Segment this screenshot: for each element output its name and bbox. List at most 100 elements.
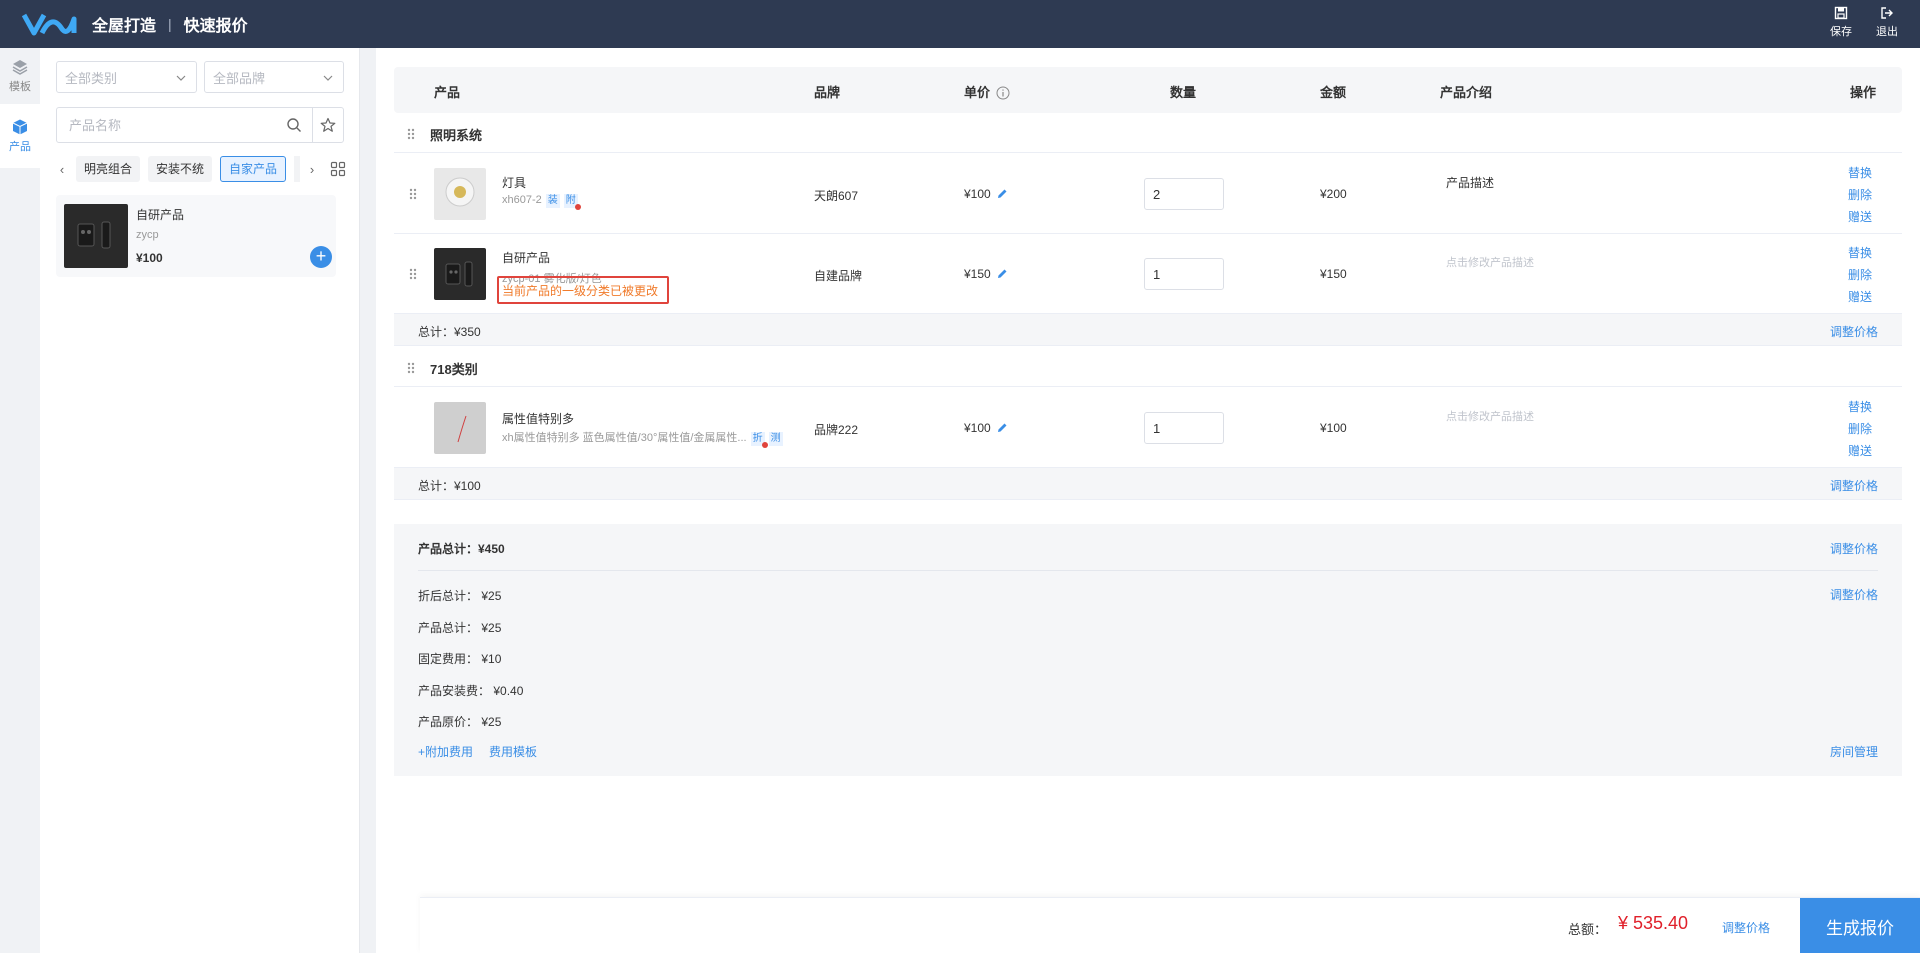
drag-handle-icon[interactable] — [408, 187, 418, 201]
replace-button[interactable]: 替换 — [1848, 244, 1872, 261]
top-bar: 全屋打造 | 快速报价 保存 退出 — [0, 0, 1920, 48]
summary-item: 产品总计： ¥25 — [418, 619, 501, 636]
table-row: 自研产品 zycp-01 雾化版/灯色 当前产品的一级分类已被更改 自建品牌 ¥… — [394, 234, 1902, 314]
replace-button[interactable]: 替换 — [1848, 398, 1872, 415]
product-description[interactable]: 产品描述 — [1446, 174, 1494, 191]
save-button[interactable]: 保存 — [1830, 6, 1852, 39]
quote-main: 产品 品牌 单价 数量 金额 产品介绍 操作 照明系统 灯具 xh607-2 装附… — [376, 48, 1920, 953]
delete-button[interactable]: 删除 — [1848, 186, 1872, 203]
summary-footer: +附加费用 费用模板 — [418, 743, 537, 760]
rail-template-label: 模板 — [9, 81, 31, 93]
subtotal-text: 总计：¥100 — [418, 479, 481, 493]
adjust-price-button[interactable]: 调整价格 — [1830, 586, 1878, 603]
catalog-product-card[interactable]: 自研产品 zycp ¥100 + — [56, 195, 336, 277]
category-name: 照明系统 — [430, 128, 483, 143]
product-name: 属性值特别多 — [502, 412, 575, 426]
unit-price: ¥150 — [964, 267, 1008, 281]
favorite-button[interactable] — [313, 117, 343, 133]
tag-安装不统[interactable]: 安装不统 — [148, 156, 213, 182]
tag-明亮组合[interactable]: 明亮组合 — [75, 156, 140, 182]
adjust-price-button[interactable]: 调整价格 — [1722, 919, 1770, 936]
alert-dot — [761, 442, 768, 448]
star-icon — [320, 117, 336, 132]
product-search — [56, 107, 344, 143]
summary-item-label: 折后总计： — [418, 589, 479, 603]
drag-handle-icon[interactable] — [406, 361, 416, 375]
bottom-bar: 总额： ¥ 535.40 调整价格 生成报价 — [420, 897, 1920, 953]
summary-item-label: 产品原价： — [418, 715, 479, 729]
exit-button[interactable]: 退出 — [1876, 6, 1898, 39]
info-icon[interactable] — [996, 86, 1010, 100]
category-select[interactable]: 全部类别 — [56, 61, 197, 93]
tabs-next-button[interactable]: › — [306, 162, 318, 177]
badge-install: 装 — [545, 194, 560, 208]
total-value: ¥ 535.40 — [1618, 913, 1689, 933]
gift-button[interactable]: 赠送 — [1848, 288, 1872, 305]
grid-icon[interactable] — [330, 161, 346, 177]
quantity-input[interactable] — [1144, 258, 1224, 290]
summary-item-label: 产品总计： — [418, 621, 479, 635]
save-icon — [1834, 6, 1848, 20]
adjust-price-button[interactable]: 调整价格 — [1830, 323, 1878, 340]
fee-template-button[interactable]: 费用模板 — [489, 743, 537, 760]
product-description[interactable]: 点击修改产品描述 — [1446, 408, 1534, 424]
category-changed-warning: 当前产品的一级分类已被更改 — [502, 284, 659, 298]
brand-select[interactable]: 全部品牌 — [204, 61, 344, 93]
category-select-value: 全部类别 — [65, 70, 118, 86]
add-product-button[interactable]: + — [310, 246, 332, 268]
quantity-input[interactable] — [1144, 412, 1224, 444]
cube-icon — [12, 119, 28, 135]
adjust-price-button[interactable]: 调整价格 — [1830, 540, 1878, 557]
room-manage-button[interactable]: 房间管理 — [1830, 743, 1878, 760]
rail-item-template[interactable]: 模板 — [0, 48, 40, 104]
category-row: 718类别 — [394, 347, 1902, 387]
gift-button[interactable]: 赠送 — [1848, 442, 1872, 459]
delete-button[interactable]: 删除 — [1848, 266, 1872, 283]
product-code: xh607-2 装附 — [502, 194, 581, 210]
group-subtotal: 总计：¥350 调整价格 — [394, 314, 1902, 346]
group-subtotal: 总计：¥100 调整价格 — [394, 468, 1902, 500]
replace-button[interactable]: 替换 — [1848, 164, 1872, 181]
row-actions: 替换 删除 赠送 — [1848, 164, 1872, 225]
product-thumbnail — [64, 204, 128, 268]
drag-handle-icon[interactable] — [408, 267, 418, 281]
generate-quote-button[interactable]: 生成报价 — [1800, 898, 1920, 953]
tag-自家产品[interactable]: 自家产品 — [220, 156, 287, 182]
badge-discount: 折 — [750, 432, 768, 448]
col-amount: 金额 — [1320, 85, 1347, 100]
quantity-input[interactable] — [1144, 178, 1224, 210]
table-row: 属性值特别多 xh属性值特别多 蓝色属性值/30°属性值/金属属性... 折测 品… — [394, 388, 1902, 468]
edit-icon[interactable] — [997, 268, 1008, 279]
product-image — [434, 402, 486, 454]
col-description: 产品介绍 — [1440, 85, 1493, 100]
edit-icon[interactable] — [997, 422, 1008, 433]
layers-icon — [12, 60, 28, 75]
category-name: 718类别 — [430, 362, 478, 377]
category-tabs: ‹ 明亮组合 安装不统 自家产品 › — [56, 155, 346, 183]
tabs-prev-button[interactable]: ‹ — [56, 162, 68, 177]
summary-item-value: ¥25 — [481, 589, 502, 603]
col-brand: 品牌 — [814, 85, 841, 100]
row-amount: ¥200 — [1320, 187, 1347, 201]
subtotal-text: 总计：¥350 — [418, 325, 481, 339]
search-input[interactable] — [57, 108, 286, 142]
product-code-text: xh属性值特别多 蓝色属性值/30°属性值/金属属性... — [502, 432, 747, 444]
gift-button[interactable]: 赠送 — [1848, 208, 1872, 225]
search-icon[interactable] — [286, 117, 302, 133]
drag-handle-icon[interactable] — [406, 127, 416, 141]
col-quantity: 数量 — [1170, 85, 1197, 100]
alert-dot — [574, 204, 581, 210]
adjust-price-button[interactable]: 调整价格 — [1830, 477, 1878, 494]
row-actions: 替换 删除 赠送 — [1848, 244, 1872, 305]
product-description[interactable]: 点击修改产品描述 — [1446, 254, 1534, 270]
logout-icon — [1881, 7, 1893, 19]
edit-icon[interactable] — [997, 188, 1008, 199]
row-actions: 替换 删除 赠送 — [1848, 398, 1872, 459]
rail-item-product[interactable]: 产品 — [0, 104, 40, 168]
delete-button[interactable]: 删除 — [1848, 420, 1872, 437]
col-unit-price-label: 单价 — [964, 85, 991, 100]
summary-item: 折后总计： ¥25 — [418, 587, 501, 604]
summary-item: 产品原价： ¥25 — [418, 713, 501, 730]
save-label: 保存 — [1830, 26, 1852, 38]
add-fee-button[interactable]: +附加费用 — [418, 743, 473, 760]
